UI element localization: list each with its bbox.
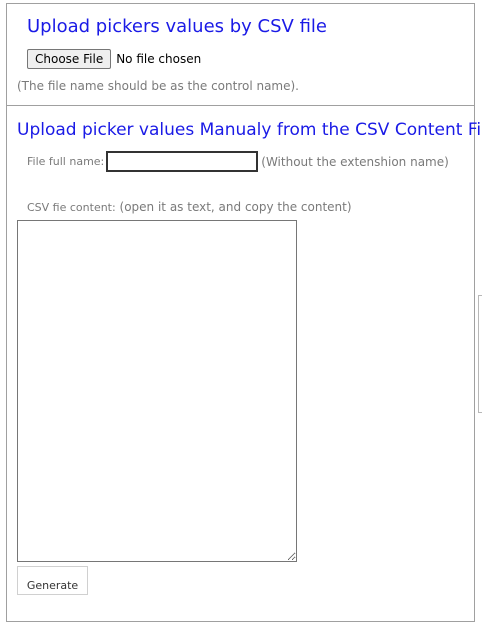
no-file-chosen-text: No file chosen bbox=[116, 52, 202, 66]
choose-file-button[interactable]: Choose File bbox=[27, 49, 112, 69]
csv-file-upload-panel: Upload pickers values by CSV file Choose… bbox=[6, 3, 475, 106]
scrollbar-edge bbox=[478, 295, 482, 413]
csv-content-textarea[interactable] bbox=[17, 220, 297, 562]
manual-upload-title: Upload picker values Manualy from the CS… bbox=[17, 120, 482, 140]
file-name-row: File full name: (Without the extenshion … bbox=[27, 151, 449, 172]
csv-upload-title: Upload pickers values by CSV file bbox=[27, 16, 327, 37]
csv-content-label-main: CSV fie content: bbox=[27, 201, 116, 214]
file-name-note: (The file name should be as the control … bbox=[17, 79, 299, 93]
csv-content-label-hint: (open it as text, and copy the content) bbox=[115, 200, 352, 214]
file-name-hint: (Without the extenshion name) bbox=[261, 154, 449, 169]
file-name-label: File full name: bbox=[27, 155, 105, 168]
file-name-input[interactable] bbox=[106, 151, 259, 172]
file-picker: Choose File No file chosen bbox=[27, 49, 201, 69]
generate-button[interactable]: Generate bbox=[17, 566, 88, 595]
csv-content-label: CSV fie content: (open it as text, and c… bbox=[27, 196, 352, 215]
manual-upload-panel: Upload picker values Manualy from the CS… bbox=[6, 105, 482, 622]
